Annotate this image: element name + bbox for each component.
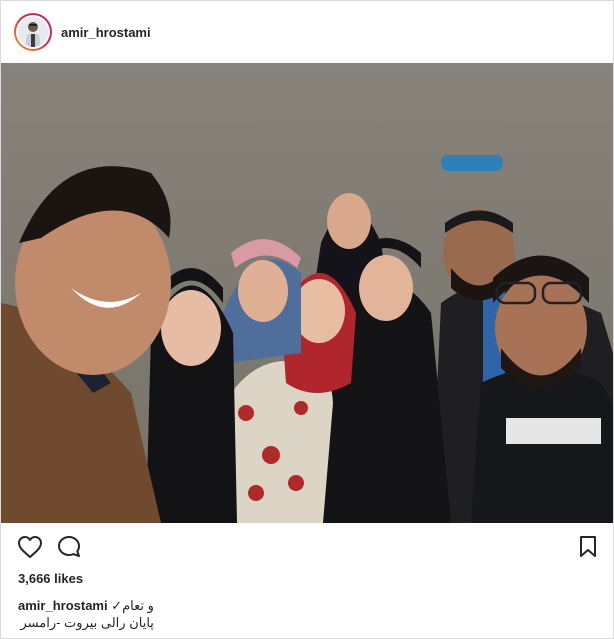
avatar-border xyxy=(16,15,50,49)
post-actions xyxy=(1,533,613,565)
caption-text-line2: پایان رالی بیروت -رامسر xyxy=(20,615,154,630)
bookmark-outline-icon[interactable] xyxy=(578,535,598,564)
avatar-image xyxy=(18,17,48,47)
post-caption: amir_hrostami و تعام✓ پایان رالی بیروت -… xyxy=(18,597,154,631)
caption-username[interactable]: amir_hrostami xyxy=(18,598,108,613)
caption-text-line1: و تعام✓ xyxy=(111,598,154,613)
heart-outline-icon[interactable] xyxy=(17,535,43,564)
avatar[interactable] xyxy=(14,13,52,51)
post-card: amir_hrostami 3,666 likes amir_hrostami … xyxy=(0,0,614,639)
comment-bubble-icon[interactable] xyxy=(57,535,83,564)
username-link[interactable]: amir_hrostami xyxy=(61,25,151,40)
likes-count[interactable]: 3,666 likes xyxy=(18,571,83,586)
post-header: amir_hrostami xyxy=(1,1,613,63)
post-photo[interactable] xyxy=(1,63,613,523)
